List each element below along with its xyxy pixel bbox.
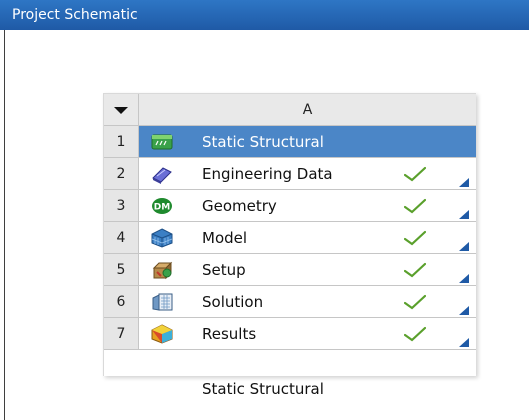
panel-title-bar: Project Schematic <box>0 0 529 30</box>
row-label: Engineering Data <box>202 165 333 183</box>
column-header: A <box>139 94 476 126</box>
system-header-row: A <box>104 94 476 126</box>
corner-marker-icon <box>459 306 469 315</box>
row-label: Static Structural <box>202 133 324 151</box>
row-number: 7 <box>104 318 139 350</box>
row-cell[interactable]: Model <box>139 222 476 254</box>
static-structural-icon <box>151 134 173 150</box>
row-number: 2 <box>104 158 139 190</box>
row-cell[interactable]: Engineering Data <box>139 158 476 190</box>
system-row-engineering-data[interactable]: 2 Engineering Data <box>104 158 476 190</box>
row-number: 6 <box>104 286 139 318</box>
row-label: Solution <box>202 293 264 311</box>
panel-left-border <box>4 30 5 420</box>
corner-marker-icon <box>459 178 469 187</box>
check-icon <box>404 198 426 214</box>
svg-text:DM: DM <box>154 203 170 213</box>
solution-icon <box>152 293 173 311</box>
check-icon <box>404 262 426 278</box>
system-row-geometry[interactable]: 3 DM Geometry <box>104 190 476 222</box>
corner-marker-icon <box>459 210 469 219</box>
row-cell[interactable]: Results <box>139 318 476 350</box>
system-row-setup[interactable]: 5 Setup <box>104 254 476 286</box>
geometry-dm-icon: DM <box>152 198 172 214</box>
row-label: Results <box>202 325 257 343</box>
row-label: Model <box>202 229 248 247</box>
row-cell[interactable]: Solution <box>139 286 476 318</box>
system-row-static-structural[interactable]: 1 Static Structural <box>104 126 476 158</box>
analysis-system-block[interactable]: A 1 Static Structural 2 Engineering Data <box>103 93 476 376</box>
check-icon <box>404 166 426 182</box>
results-icon <box>151 324 173 344</box>
row-cell[interactable]: DM Geometry <box>139 190 476 222</box>
row-cell[interactable]: Static Structural <box>139 126 476 158</box>
row-number: 1 <box>104 126 139 158</box>
corner-marker-icon <box>459 274 469 283</box>
check-icon <box>404 326 426 342</box>
system-row-model[interactable]: 4 Model <box>104 222 476 254</box>
row-number: 5 <box>104 254 139 286</box>
row-label: Geometry <box>202 197 277 215</box>
row-number: 3 <box>104 190 139 222</box>
system-row-solution[interactable]: 6 Solution <box>104 286 476 318</box>
system-caption[interactable]: Static Structural <box>202 380 324 398</box>
row-cell[interactable]: Setup <box>139 254 476 286</box>
corner-marker-icon <box>459 338 469 347</box>
row-label: Setup <box>202 261 246 279</box>
corner-marker-icon <box>459 242 469 251</box>
check-icon <box>404 294 426 310</box>
model-icon <box>151 228 173 248</box>
engineering-data-icon <box>152 167 172 184</box>
setup-icon <box>152 261 173 280</box>
panel-title: Project Schematic <box>12 7 138 23</box>
system-row-results[interactable]: 7 Results <box>104 318 476 350</box>
row-number: 4 <box>104 222 139 254</box>
check-icon <box>404 230 426 246</box>
system-menu-button[interactable] <box>104 94 139 126</box>
dropdown-arrow-icon[interactable] <box>114 105 128 115</box>
